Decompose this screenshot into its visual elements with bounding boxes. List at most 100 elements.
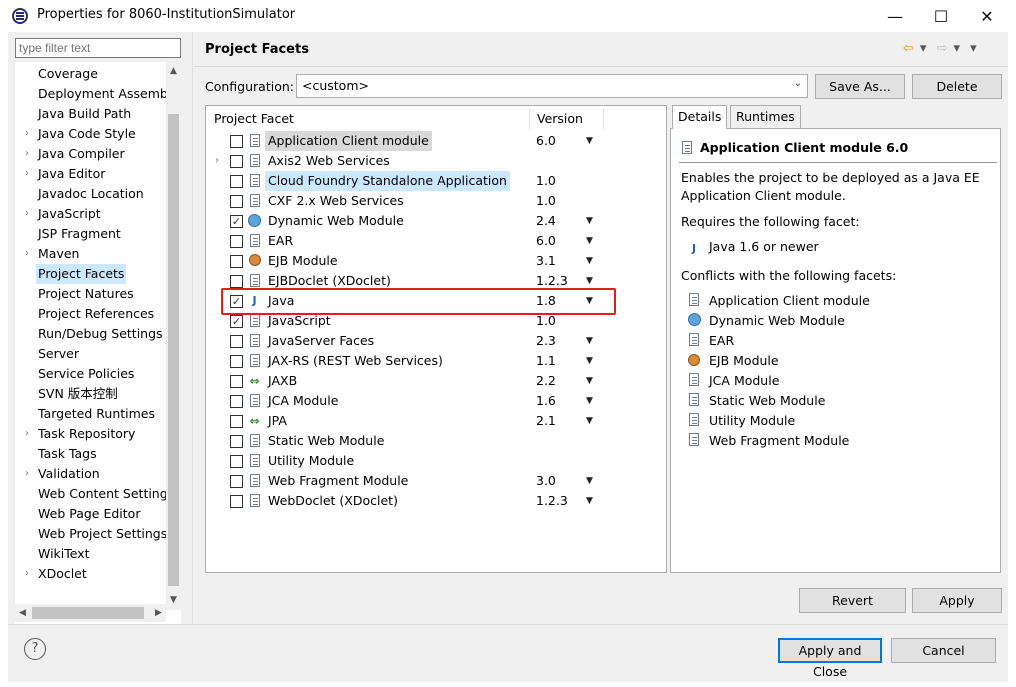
facet-version[interactable]: 1.1	[536, 351, 556, 371]
facet-checkbox[interactable]	[230, 435, 243, 448]
column-header-version[interactable]: Version	[529, 108, 583, 130]
facet-version[interactable]: 1.0	[536, 171, 556, 191]
tree-horizontal-scrollbar[interactable]: ◀ ▶	[15, 604, 166, 622]
facet-row[interactable]: WebDoclet (XDoclet) 1.2.3 ▼	[206, 491, 666, 511]
facet-row[interactable]: EAR 6.0 ▼	[206, 231, 666, 251]
facet-checkbox[interactable]	[230, 235, 243, 248]
tab-details[interactable]: Details	[672, 105, 728, 129]
facet-checkbox[interactable]	[230, 475, 243, 488]
version-dropdown-icon[interactable]: ▼	[586, 471, 593, 491]
pane-divider[interactable]	[192, 32, 193, 624]
revert-button[interactable]: Revert	[799, 588, 906, 613]
preference-tree: Coverage Deployment Assembly Java Build Pa…	[15, 62, 181, 624]
facet-row[interactable]: ✓ Dynamic Web Module 2.4 ▼	[206, 211, 666, 231]
expand-arrow-icon[interactable]: ›	[25, 144, 29, 164]
facet-row[interactable]: › Axis2 Web Services	[206, 151, 666, 171]
facet-version[interactable]: 2.1	[536, 411, 556, 431]
scroll-thumb[interactable]	[168, 114, 179, 586]
version-dropdown-icon[interactable]: ▼	[586, 131, 593, 151]
facet-row[interactable]: JavaServer Faces 2.3 ▼	[206, 331, 666, 351]
facet-checkbox[interactable]	[230, 495, 243, 508]
cancel-button[interactable]: Cancel	[891, 638, 996, 663]
scroll-right-icon[interactable]: ▶	[151, 606, 166, 621]
save-as-button[interactable]: Save As...	[815, 74, 905, 99]
facet-checkbox[interactable]	[230, 275, 243, 288]
tree-vertical-scrollbar[interactable]: ▲ ▼	[166, 62, 181, 610]
version-dropdown-icon[interactable]: ▼	[586, 331, 593, 351]
maximize-button[interactable]: ☐	[918, 0, 964, 32]
facet-checkbox[interactable]	[230, 155, 243, 168]
scroll-up-icon[interactable]: ▲	[166, 64, 181, 79]
facet-row[interactable]: JAX-RS (REST Web Services) 1.1 ▼	[206, 351, 666, 371]
version-dropdown-icon[interactable]: ▼	[586, 391, 593, 411]
facet-checkbox[interactable]	[230, 395, 243, 408]
back-icon[interactable]: ⇦	[903, 41, 914, 56]
expand-arrow-icon[interactable]: ›	[25, 464, 29, 484]
facet-version[interactable]: 6.0	[536, 131, 556, 151]
facet-checkbox[interactable]	[230, 135, 243, 148]
facet-version[interactable]: 3.0	[536, 471, 556, 491]
apply-and-close-button[interactable]: Apply and Close	[778, 638, 882, 679]
configuration-combo[interactable]: <custom> ⌄	[296, 74, 808, 98]
facet-row[interactable]: JCA Module 1.6 ▼	[206, 391, 666, 411]
view-menu-icon[interactable]: ▾	[970, 41, 977, 56]
facet-version[interactable]: 6.0	[536, 231, 556, 251]
scroll-down-icon[interactable]: ▼	[166, 593, 181, 608]
tab-runtimes[interactable]: Runtimes	[730, 105, 801, 128]
facet-checkbox[interactable]	[230, 355, 243, 368]
facet-checkbox[interactable]	[230, 195, 243, 208]
version-dropdown-icon[interactable]: ▼	[586, 231, 593, 251]
facet-row[interactable]: CXF 2.x Web Services 1.0	[206, 191, 666, 211]
minimize-button[interactable]: —	[872, 0, 918, 32]
filter-input[interactable]	[15, 38, 181, 58]
facet-checkbox[interactable]	[230, 175, 243, 188]
facet-version[interactable]: 3.1	[536, 251, 556, 271]
version-dropdown-icon[interactable]: ▼	[586, 491, 593, 511]
expand-arrow-icon[interactable]: ›	[25, 124, 29, 144]
hscroll-thumb[interactable]	[32, 607, 144, 619]
delete-button[interactable]: Delete	[912, 74, 1002, 99]
facet-row[interactable]: ⇔ JAXB 2.2 ▼	[206, 371, 666, 391]
facet-version[interactable]: 1.0	[536, 191, 556, 211]
history-nav: ⇦ ▾ ⇨ ▾ ▾	[903, 41, 983, 56]
facet-checkbox[interactable]	[230, 455, 243, 468]
facet-checkbox[interactable]	[230, 255, 243, 268]
facet-row[interactable]: Web Fragment Module 3.0 ▼	[206, 471, 666, 491]
facet-checkbox[interactable]	[230, 415, 243, 428]
facet-row[interactable]: Application Client module 6.0 ▼	[206, 131, 666, 151]
expand-arrow-icon[interactable]: ›	[25, 244, 29, 264]
scroll-left-icon[interactable]: ◀	[15, 606, 30, 621]
facet-row[interactable]: Cloud Foundry Standalone Application 1.0	[206, 171, 666, 191]
facet-row[interactable]: Static Web Module	[206, 431, 666, 451]
facet-version[interactable]: 1.2.3	[536, 491, 568, 511]
facet-row[interactable]: Utility Module	[206, 451, 666, 471]
back-menu-icon[interactable]: ▾	[920, 41, 927, 56]
facet-row[interactable]: ⇔ JPA 2.1 ▼	[206, 411, 666, 431]
facet-checkbox[interactable]	[230, 335, 243, 348]
column-header-facet[interactable]: Project Facet	[206, 108, 294, 130]
expand-arrow-icon[interactable]: ›	[25, 564, 29, 584]
apply-button[interactable]: Apply	[912, 588, 1002, 613]
version-dropdown-icon[interactable]: ▼	[586, 351, 593, 371]
forward-menu-icon[interactable]: ▾	[953, 41, 960, 56]
facet-version[interactable]: 1.6	[536, 391, 556, 411]
help-icon[interactable]: ?	[24, 638, 46, 660]
facet-version[interactable]: 2.3	[536, 331, 556, 351]
facet-version[interactable]: 2.2	[536, 371, 556, 391]
facet-version[interactable]: 2.4	[536, 211, 556, 231]
facet-checkbox[interactable]: ✓	[230, 315, 243, 328]
expand-arrow-icon[interactable]: ›	[25, 204, 29, 224]
forward-icon[interactable]: ⇨	[937, 41, 948, 56]
version-dropdown-icon[interactable]: ▼	[586, 411, 593, 431]
close-window-button[interactable]: ✕	[964, 0, 1010, 32]
facet-checkbox[interactable]	[230, 375, 243, 388]
facet-row[interactable]: EJB Module 3.1 ▼	[206, 251, 666, 271]
page-icon	[249, 494, 260, 507]
version-dropdown-icon[interactable]: ▼	[586, 371, 593, 391]
version-dropdown-icon[interactable]: ▼	[586, 251, 593, 271]
expand-arrow-icon[interactable]: ›	[25, 424, 29, 444]
expand-arrow-icon[interactable]: ›	[215, 151, 219, 171]
facet-checkbox[interactable]: ✓	[230, 215, 243, 228]
expand-arrow-icon[interactable]: ›	[25, 164, 29, 184]
version-dropdown-icon[interactable]: ▼	[586, 211, 593, 231]
